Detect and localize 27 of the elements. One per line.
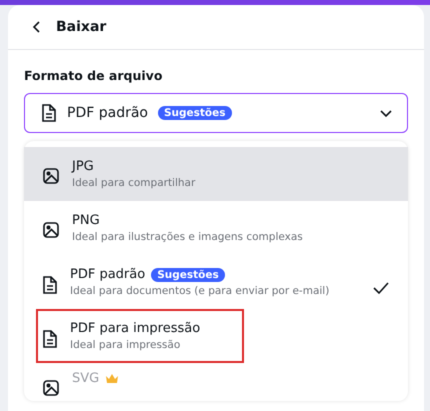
option-name: PNG xyxy=(72,213,100,228)
document-icon xyxy=(42,329,58,349)
option-name: PDF para impressão xyxy=(70,321,200,336)
option-name: PDF padrão xyxy=(70,267,146,282)
chevron-icon xyxy=(379,108,393,118)
image-icon xyxy=(42,379,60,397)
field-label: Formato de arquivo xyxy=(24,68,164,83)
format-option[interactable]: PDF para impressão Ideal para impressão xyxy=(24,309,408,363)
image-icon xyxy=(42,167,60,185)
option-name: JPG xyxy=(72,159,94,174)
option-description: Ideal para compartilhar xyxy=(72,177,196,189)
format-option[interactable]: JPG Ideal para compartilhar xyxy=(24,147,408,201)
panel-title: Baixar xyxy=(56,19,106,35)
format-option[interactable]: PDF padrão Sugestões Ideal para documentos (e para enviar por e-mail) xyxy=(24,255,408,309)
image-icon xyxy=(42,221,60,239)
suggestion-badge: Sugestões xyxy=(158,106,232,120)
document-icon xyxy=(42,275,58,295)
suggestion-badge: Sugestões xyxy=(151,268,225,282)
option-description: Ideal para impressão xyxy=(70,339,182,351)
file-format-select[interactable]: PDF padrão Sugestões xyxy=(24,93,408,133)
back-button[interactable] xyxy=(32,20,42,34)
option-description: Ideal para documentos (e para enviar por e-mail) xyxy=(70,285,330,297)
option-name: SVG xyxy=(72,371,100,386)
document-icon xyxy=(41,103,57,123)
format-option[interactable]: PNG Ideal para ilustrações e imagens complexas xyxy=(24,201,408,255)
option-description: Ideal para ilustrações e imagens complexas xyxy=(72,231,304,243)
back-icon xyxy=(32,20,42,34)
